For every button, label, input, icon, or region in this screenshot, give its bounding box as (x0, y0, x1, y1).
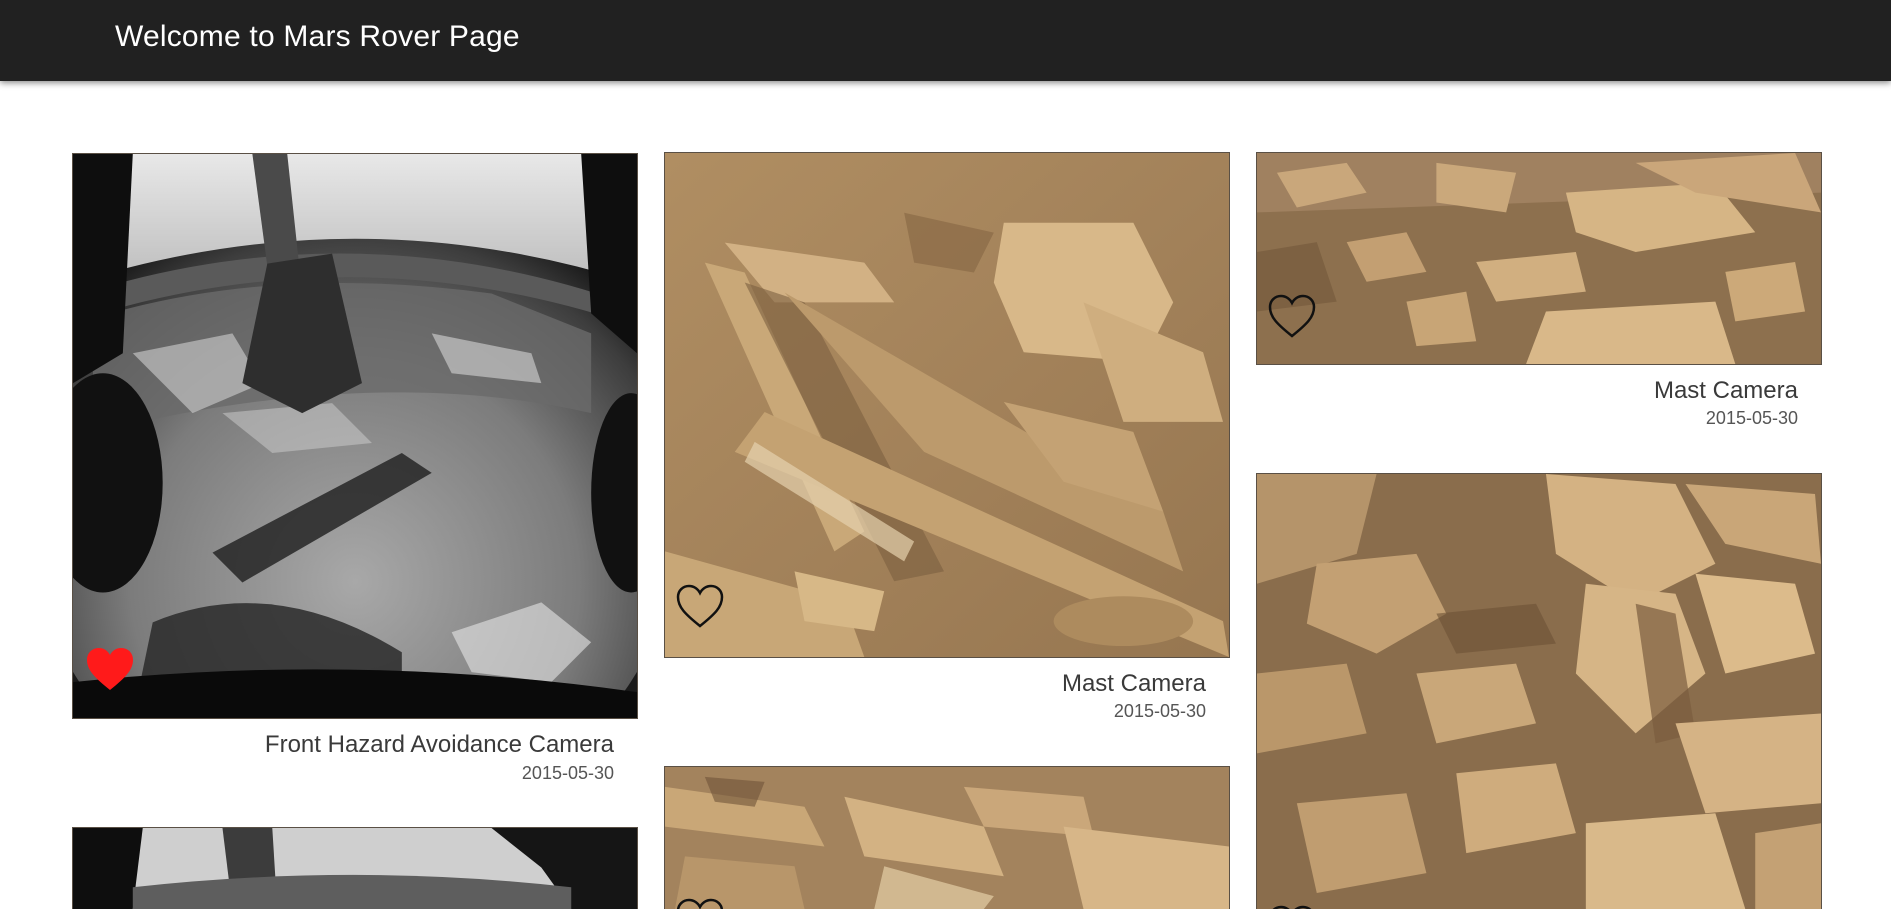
mastcam-photo (665, 153, 1229, 657)
camera-name: Mast Camera (1653, 377, 1798, 404)
photo-card[interactable]: Front Hazard Avoidance Camera 2015-05-30 (72, 153, 638, 783)
app-header: Welcome to Mars Rover Page (0, 0, 1891, 81)
mastcam-photo (1257, 474, 1821, 909)
heart-outline-icon (1268, 294, 1316, 338)
photo-card[interactable] (1256, 473, 1822, 909)
mastcam-photo (665, 767, 1229, 909)
photo-card[interactable] (664, 766, 1230, 909)
photo-date: 2015-05-30 (1113, 701, 1206, 721)
photo-card[interactable]: Mast Camera 2015-05-30 (1256, 152, 1822, 428)
photo-image[interactable] (72, 827, 638, 909)
favorite-button[interactable] (85, 646, 135, 692)
photo-image[interactable] (1256, 152, 1822, 365)
favorite-button[interactable] (675, 897, 725, 909)
photo-image[interactable] (664, 152, 1230, 658)
photo-card[interactable] (72, 827, 638, 909)
heart-outline-icon (676, 584, 724, 628)
photo-image[interactable] (664, 766, 1230, 909)
hazcam-photo (73, 828, 637, 909)
page-title: Welcome to Mars Rover Page (115, 20, 520, 53)
photo-date: 2015-05-30 (521, 763, 614, 783)
favorite-button[interactable] (1267, 904, 1317, 909)
photo-card[interactable]: Mast Camera 2015-05-30 (664, 152, 1230, 721)
camera-name: Mast Camera (1061, 670, 1206, 697)
photo-image[interactable] (1256, 473, 1822, 909)
photo-image[interactable] (72, 153, 638, 719)
favorite-button[interactable] (1267, 293, 1317, 339)
photo-date: 2015-05-30 (1705, 408, 1798, 428)
heart-outline-icon (676, 898, 724, 909)
hazcam-photo (73, 154, 637, 718)
mastcam-photo (1257, 153, 1821, 364)
photo-grid: Front Hazard Avoidance Camera 2015-05-30 (0, 0, 1891, 909)
camera-name: Front Hazard Avoidance Camera (264, 731, 614, 758)
favorite-button[interactable] (675, 583, 725, 629)
heart-filled-icon (87, 648, 133, 690)
heart-outline-icon (1272, 905, 1312, 909)
